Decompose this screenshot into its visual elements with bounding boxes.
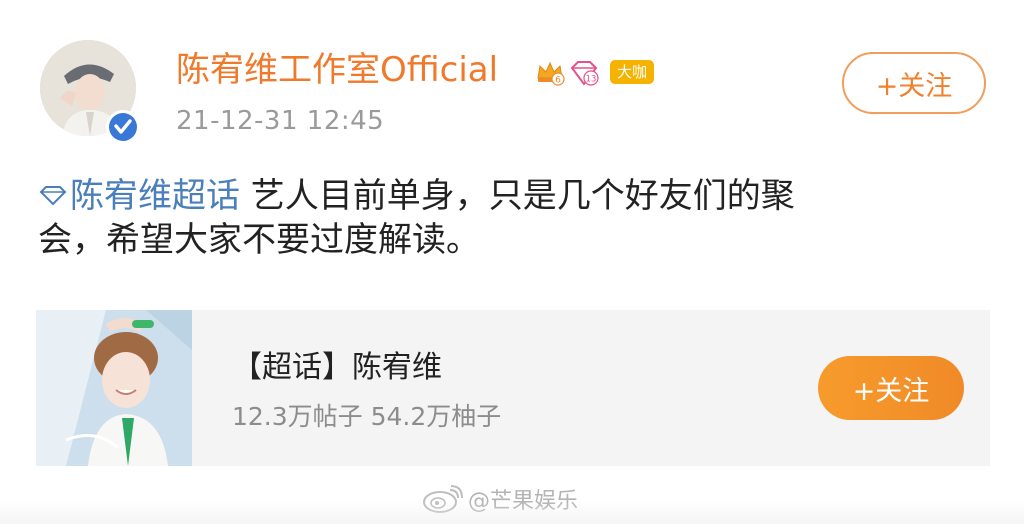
crown-level-icon[interactable]: 6 bbox=[534, 56, 566, 88]
vip-tag-badge[interactable]: 大咖 bbox=[610, 60, 655, 84]
author-name[interactable]: 陈宥维工作室Official bbox=[176, 48, 498, 92]
vip-level-number: 13 bbox=[586, 75, 597, 85]
author-badges: 6 13 大咖 bbox=[534, 54, 655, 90]
supertopic-stats: 12.3万帖子 54.2万柚子 bbox=[232, 402, 502, 431]
post-content: 陈宥维超话 艺人目前单身，只是几个好友们的聚 会，希望大家不要过度解读。 bbox=[38, 174, 988, 262]
vip-diamond-icon[interactable]: 13 bbox=[568, 56, 600, 88]
supertopic-card[interactable]: 【超话】陈宥维 12.3万帖子 54.2万柚子 +关注 bbox=[36, 310, 990, 466]
supertopic-cover-image bbox=[36, 310, 192, 466]
supertopic-title[interactable]: 【超话】陈宥维 bbox=[232, 348, 442, 388]
post-text-line1: 艺人目前单身，只是几个好友们的聚 bbox=[240, 176, 795, 216]
post-timestamp: 21-12-31 12:45 bbox=[176, 106, 385, 136]
post-text-line2: 会，希望大家不要过度解读。 bbox=[38, 220, 480, 260]
crown-level-number: 6 bbox=[555, 76, 561, 86]
follow-button[interactable]: +关注 bbox=[842, 52, 986, 114]
bottom-divider bbox=[0, 500, 1024, 524]
supertopic-diamond-icon bbox=[39, 185, 67, 205]
supertopic-link-text: 陈宥维超话 bbox=[70, 176, 240, 216]
supertopic-follow-button[interactable]: +关注 bbox=[818, 356, 964, 420]
verified-icon bbox=[106, 110, 140, 144]
supertopic-link[interactable]: 陈宥维超话 bbox=[38, 176, 240, 216]
